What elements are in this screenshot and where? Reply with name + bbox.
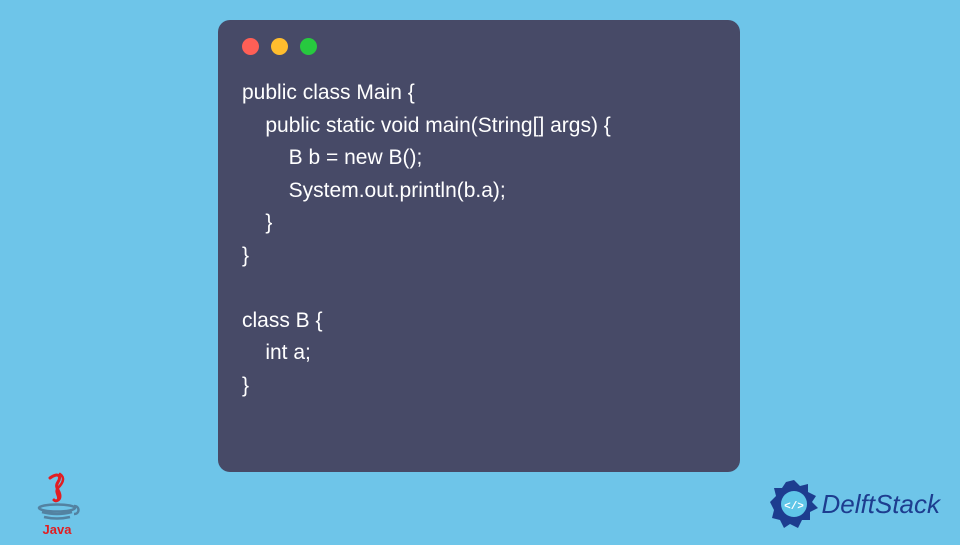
- window-controls: [242, 38, 716, 55]
- java-logo-text: Java: [43, 522, 73, 537]
- delftstack-logo: </> DelftStack: [768, 478, 941, 530]
- code-window: public class Main { public static void m…: [218, 20, 740, 472]
- svg-text:</>: </>: [784, 501, 804, 513]
- java-logo-icon: Java: [30, 470, 85, 530]
- close-dot-icon: [242, 38, 259, 55]
- delftstack-text: DelftStack: [822, 489, 941, 520]
- minimize-dot-icon: [271, 38, 288, 55]
- code-content: public class Main { public static void m…: [242, 77, 716, 402]
- maximize-dot-icon: [300, 38, 317, 55]
- delftstack-badge-icon: </>: [768, 478, 820, 530]
